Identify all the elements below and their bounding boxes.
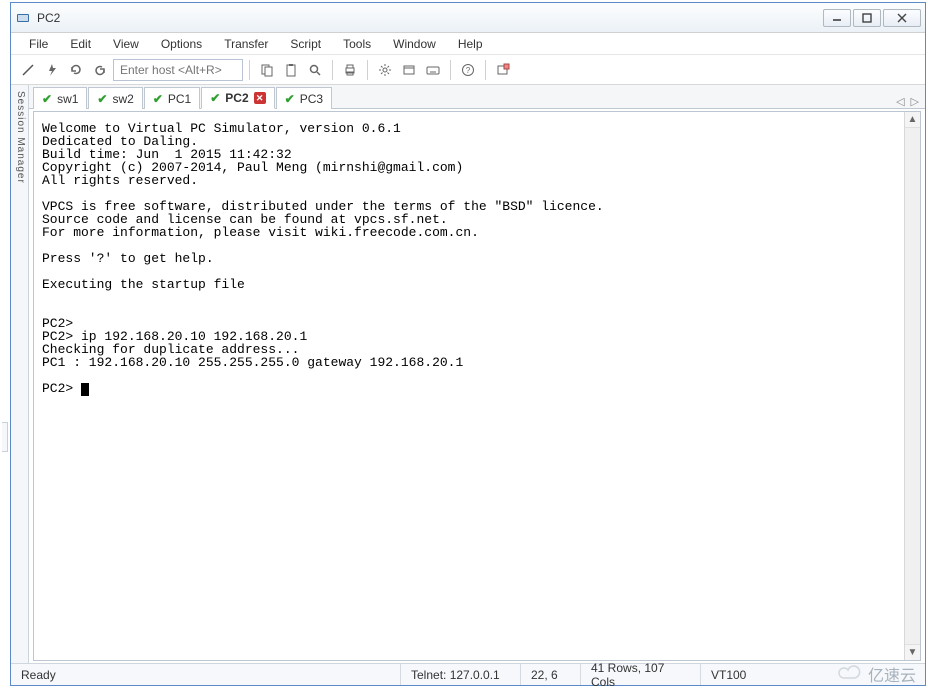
find-icon[interactable] — [304, 59, 326, 81]
properties-icon[interactable] — [398, 59, 420, 81]
help-icon[interactable]: ? — [457, 59, 479, 81]
check-icon: ✔ — [210, 91, 220, 105]
tab-label: PC2 — [225, 91, 248, 105]
tab-sw2[interactable]: ✔ sw2 — [88, 87, 142, 109]
host-input[interactable] — [113, 59, 243, 81]
body-row: Session Manager ✔ sw1 ✔ sw2 ✔ PC1 ✔ P — [11, 85, 925, 663]
tab-label: sw2 — [112, 92, 133, 106]
window-controls — [823, 9, 921, 27]
menu-tools[interactable]: Tools — [333, 35, 381, 53]
scroll-down-icon[interactable]: ▼ — [905, 644, 920, 660]
tab-scroll-left-icon[interactable]: ◁ — [896, 95, 904, 108]
tab-label: PC3 — [300, 92, 323, 106]
tab-pc2[interactable]: ✔ PC2 ✕ — [201, 87, 274, 109]
titlebar: PC2 — [11, 3, 925, 33]
main-area: ✔ sw1 ✔ sw2 ✔ PC1 ✔ PC2 ✕ ✔ — [29, 85, 925, 663]
menu-file[interactable]: File — [19, 35, 58, 53]
terminal-container: Welcome to Virtual PC Simulator, version… — [33, 111, 921, 661]
status-cursor-pos: 22, 6 — [521, 664, 581, 685]
toolbar: ? — [11, 55, 925, 85]
tab-label: sw1 — [57, 92, 78, 106]
settings-icon[interactable] — [374, 59, 396, 81]
copy-icon[interactable] — [256, 59, 278, 81]
minimize-button[interactable] — [823, 9, 851, 27]
paste-icon[interactable] — [280, 59, 302, 81]
vertical-scrollbar[interactable]: ▲ ▼ — [904, 112, 920, 660]
terminal[interactable]: Welcome to Virtual PC Simulator, version… — [34, 112, 904, 660]
toolbar-separator — [249, 60, 250, 80]
scroll-up-icon[interactable]: ▲ — [905, 112, 920, 128]
statusbar: Ready Telnet: 127.0.0.1 22, 6 41 Rows, 1… — [11, 663, 925, 685]
status-connection: Telnet: 127.0.0.1 — [401, 664, 521, 685]
keyboard-icon[interactable] — [422, 59, 444, 81]
toolbar-separator — [485, 60, 486, 80]
terminal-text: Welcome to Virtual PC Simulator, version… — [42, 121, 604, 396]
app-window: PC2 File Edit View Options Transfer Scri… — [10, 2, 926, 686]
menu-script[interactable]: Script — [280, 35, 331, 53]
check-icon: ✔ — [42, 92, 52, 106]
status-ready: Ready — [11, 664, 401, 685]
connect-icon[interactable] — [17, 59, 39, 81]
menu-transfer[interactable]: Transfer — [214, 35, 278, 53]
print-icon[interactable] — [339, 59, 361, 81]
svg-text:?: ? — [466, 66, 471, 75]
menu-window[interactable]: Window — [383, 35, 446, 53]
tabstrip-nav: ◁ ▷ — [896, 95, 919, 108]
menu-edit[interactable]: Edit — [60, 35, 101, 53]
disconnect-icon[interactable] — [89, 59, 111, 81]
status-dimensions: 41 Rows, 107 Cols — [581, 664, 701, 685]
window-title: PC2 — [37, 11, 60, 25]
check-icon: ✔ — [153, 92, 163, 106]
tab-pc1[interactable]: ✔ PC1 — [144, 87, 200, 109]
menu-help[interactable]: Help — [448, 35, 493, 53]
tab-pc3[interactable]: ✔ PC3 — [276, 87, 332, 109]
maximize-button[interactable] — [853, 9, 881, 27]
toolbar-separator — [332, 60, 333, 80]
tab-scroll-right-icon[interactable]: ▷ — [911, 95, 919, 108]
watermark: 亿速云 — [836, 662, 916, 686]
new-tab-icon[interactable] — [492, 59, 514, 81]
check-icon: ✔ — [97, 92, 107, 106]
menubar: File Edit View Options Transfer Script T… — [11, 33, 925, 55]
reconnect-icon[interactable] — [65, 59, 87, 81]
menu-options[interactable]: Options — [151, 35, 212, 53]
tabstrip: ✔ sw1 ✔ sw2 ✔ PC1 ✔ PC2 ✕ ✔ — [29, 85, 925, 109]
menu-view[interactable]: View — [103, 35, 149, 53]
close-button[interactable] — [883, 9, 921, 27]
left-edge — [0, 2, 10, 690]
check-icon: ✔ — [285, 92, 295, 106]
left-stub-handle[interactable] — [2, 422, 8, 452]
session-manager-panel[interactable]: Session Manager — [11, 85, 29, 663]
app-icon — [15, 10, 31, 26]
toolbar-separator — [367, 60, 368, 80]
terminal-cursor — [81, 383, 89, 396]
tab-label: PC1 — [168, 92, 191, 106]
tab-sw1[interactable]: ✔ sw1 — [33, 87, 87, 109]
status-emulation: VT100 — [701, 664, 761, 685]
quick-connect-icon[interactable] — [41, 59, 63, 81]
watermark-text: 亿速云 — [868, 662, 916, 686]
close-tab-icon[interactable]: ✕ — [254, 92, 266, 104]
toolbar-separator — [450, 60, 451, 80]
